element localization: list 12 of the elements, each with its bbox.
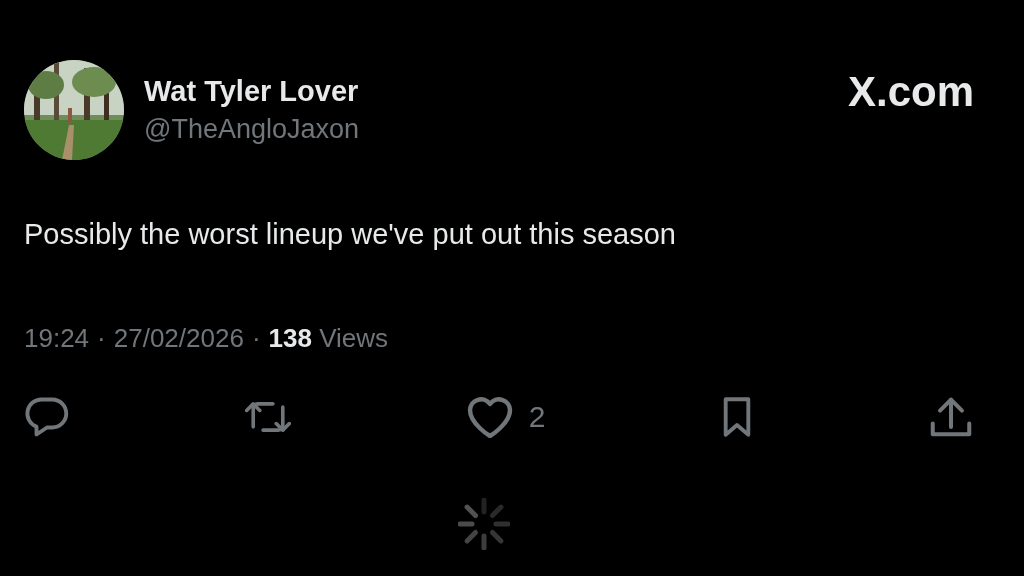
post-date[interactable]: 27/02/2026: [113, 323, 244, 354]
author-handle[interactable]: @TheAngloJaxon: [144, 114, 848, 145]
brand-logo: X.com: [847, 68, 974, 116]
post-text: Possibly the worst lineup we've put out this season: [24, 218, 677, 251]
separator: ·: [97, 323, 106, 354]
loading-spinner-icon: [458, 498, 510, 550]
post-time[interactable]: 19:24: [24, 323, 90, 354]
reply-button[interactable]: [24, 396, 70, 438]
author-name[interactable]: Wat Tyler Lover: [144, 75, 848, 108]
separator: ·: [251, 323, 261, 354]
view-count[interactable]: 138 Views: [268, 323, 389, 354]
share-button[interactable]: [928, 396, 974, 438]
